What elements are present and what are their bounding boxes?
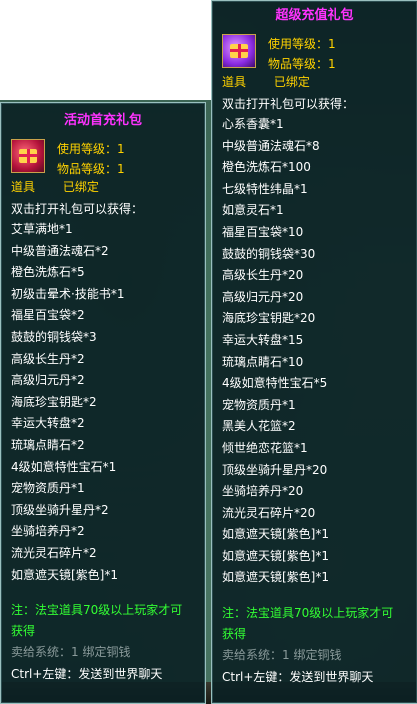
- chat-shortcut-hint: Ctrl+左键：发送到世界聊天: [222, 670, 374, 685]
- list-item: 坐骑培养丹*2: [11, 524, 85, 539]
- list-item: 橙色洗炼石*5: [11, 265, 85, 280]
- list-item: 高级长生丹*20: [222, 268, 304, 283]
- list-item: 鼓鼓的铜钱袋*3: [11, 329, 97, 344]
- list-item: 艾草满地*1: [11, 222, 73, 236]
- item-type-tag: 道具: [11, 180, 36, 194]
- list-item: 高级长生丹*2: [11, 351, 85, 366]
- item-level: 物品等级：1: [268, 57, 336, 71]
- list-item: 福星百宝袋*10: [222, 224, 304, 239]
- list-item: 中级普通法魂石*8: [222, 138, 320, 153]
- list-item: 中级普通法魂石*2: [11, 243, 109, 258]
- bound-tag: 已绑定: [62, 180, 99, 194]
- list-item: 顶级坐骑升星丹*2: [11, 502, 109, 517]
- item-type-tag: 道具: [222, 75, 247, 89]
- list-item: 如意灵石*1: [222, 203, 284, 218]
- list-item: 坐骑培养丹*20: [222, 484, 304, 499]
- list-item: 幸运大转盘*2: [11, 416, 85, 431]
- reward-description: 双击打开礼包可以获得：: [11, 202, 144, 216]
- list-item: 如意遮天镜[紫色]*1: [222, 527, 329, 542]
- list-item: 高级归元丹*20: [222, 289, 304, 304]
- chat-shortcut-hint: Ctrl+左键：发送到世界聊天: [11, 667, 163, 682]
- item-title: 超级充值礼包: [275, 8, 354, 23]
- list-item: 初级击晕术·技能书*1: [11, 286, 125, 301]
- item-level: 物品等级：1: [57, 162, 125, 176]
- list-item: 琉璃点睛石*2: [11, 437, 85, 452]
- list-item: 如意遮天镜[紫色]*1: [11, 567, 118, 582]
- list-item: 如意遮天镜[紫色]*1: [222, 570, 329, 585]
- list-item: 海底珍宝钥匙*2: [11, 394, 97, 409]
- use-level: 使用等级：1: [268, 37, 336, 51]
- item-tooltip-super-recharge-pack: 超级充值礼包 使用等级：1 物品等级：1 道具 已绑定 双击打开礼包可以获得： …: [211, 0, 417, 704]
- level-note: 注：法宝道具70级以上玩家才可: [11, 603, 183, 618]
- gift-pack-icon: [11, 139, 45, 173]
- item-title: 活动首充礼包: [63, 113, 142, 128]
- list-item: 福星百宝袋*2: [11, 308, 85, 323]
- reward-description: 双击打开礼包可以获得：: [222, 97, 355, 111]
- use-level: 使用等级：1: [57, 142, 125, 156]
- list-item: 琉璃点睛石*10: [222, 354, 304, 369]
- level-note-cont: 获得: [11, 624, 36, 639]
- gift-pack-icon: [222, 34, 256, 68]
- list-item: 倾世绝恋花篮*1: [222, 440, 308, 455]
- level-note-cont: 获得: [222, 627, 247, 642]
- sell-price: 卖给系统：1 绑定铜钱: [222, 648, 342, 663]
- item-header: 使用等级：1 物品等级：1: [212, 28, 417, 72]
- list-item: 七级特性纬晶*1: [222, 181, 308, 196]
- list-item: 顶级坐骑升星丹*20: [222, 462, 328, 477]
- list-item: 流光灵石碎片*20: [222, 505, 316, 520]
- list-item: 海底珍宝钥匙*20: [222, 311, 316, 326]
- list-item: 橙色洗炼石*100: [222, 160, 311, 175]
- list-item: 幸运大转盘*15: [222, 332, 304, 347]
- list-item: 鼓鼓的铜钱袋*30: [222, 246, 316, 261]
- reward-list: 艾草满地*1 中级普通法魂石*2 橙色洗炼石*5 初级击晕术·技能书*1 福星百…: [1, 219, 205, 586]
- list-item: 4级如意特性宝石*1: [11, 459, 117, 474]
- bound-tag: 已绑定: [273, 75, 310, 89]
- list-item: 高级归元丹*2: [11, 373, 85, 388]
- list-item: 宠物资质丹*1: [11, 481, 85, 496]
- list-item: 宠物资质丹*1: [222, 397, 296, 412]
- reward-list: 心系香囊*1 中级普通法魂石*8 橙色洗炼石*100 七级特性纬晶*1 如意灵石…: [212, 114, 417, 589]
- list-item: 黑美人花篮*2: [222, 419, 296, 434]
- list-item: 如意遮天镜[紫色]*1: [222, 548, 329, 563]
- item-levels: 使用等级：1 物品等级：1: [268, 34, 336, 74]
- item-levels: 使用等级：1 物品等级：1: [57, 139, 125, 179]
- item-tooltip-first-recharge-pack: 活动首充礼包 使用等级：1 物品等级：1 道具 已绑定 双击打开礼包可以获得： …: [0, 102, 206, 704]
- level-note: 注：法宝道具70级以上玩家才可: [222, 606, 394, 621]
- list-item: 流光灵石碎片*2: [11, 545, 97, 560]
- item-tags: 道具 已绑定: [1, 177, 205, 197]
- list-item: 4级如意特性宝石*5: [222, 376, 328, 391]
- blank-area: [0, 0, 209, 100]
- item-tags: 道具 已绑定: [212, 72, 417, 92]
- sell-price: 卖给系统：1 绑定铜钱: [11, 645, 131, 660]
- item-header: 使用等级：1 物品等级：1: [1, 133, 205, 177]
- list-item: 心系香囊*1: [222, 117, 284, 131]
